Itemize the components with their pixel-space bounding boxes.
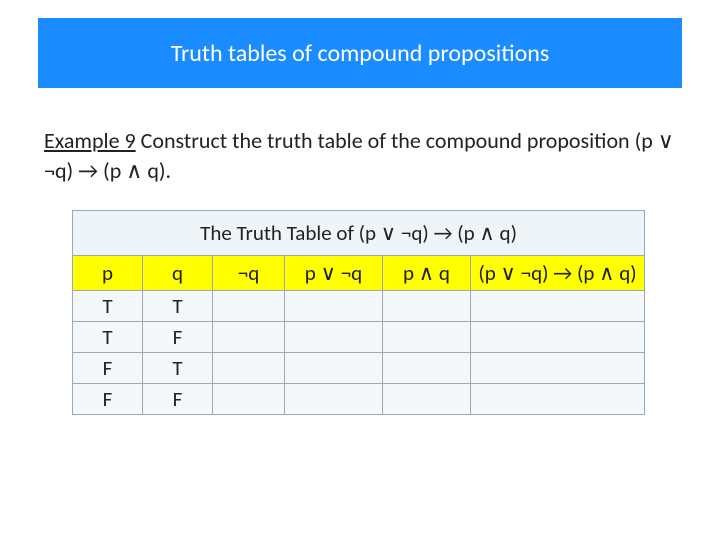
truth-table-container: The Truth Table of (p ∨ ¬q) → (p ∧ q) p … (72, 210, 644, 415)
cell-pandq (383, 384, 471, 415)
table-caption-row: The Truth Table of (p ∨ ¬q) → (p ∧ q) (73, 211, 645, 256)
cell-final (471, 291, 645, 322)
cell-pandq (383, 353, 471, 384)
cell-pornq (285, 322, 383, 353)
cell-q: F (143, 322, 213, 353)
table-row: T F (73, 322, 645, 353)
cell-final (471, 384, 645, 415)
cell-q: T (143, 353, 213, 384)
cell-p: F (73, 384, 143, 415)
cell-p: T (73, 291, 143, 322)
cell-q: T (143, 291, 213, 322)
cell-final (471, 322, 645, 353)
col-header-pandq: p ∧ q (383, 256, 471, 291)
col-header-q: q (143, 256, 213, 291)
col-header-pornq: p ∨ ¬q (285, 256, 383, 291)
cell-pornq (285, 384, 383, 415)
example-text: Example 9 Construct the truth table of t… (44, 126, 684, 185)
cell-final (471, 353, 645, 384)
table-row: F F (73, 384, 645, 415)
example-label: Example 9 (44, 127, 136, 154)
title-bar: Truth tables of compound propositions (38, 18, 682, 88)
cell-notq (213, 322, 285, 353)
col-header-final: (p ∨ ¬q) → (p ∧ q) (471, 256, 645, 291)
cell-q: F (143, 384, 213, 415)
table-row: F T (73, 353, 645, 384)
cell-notq (213, 353, 285, 384)
cell-pornq (285, 291, 383, 322)
cell-pandq (383, 322, 471, 353)
table-row: T T (73, 291, 645, 322)
col-header-p: p (73, 256, 143, 291)
cell-notq (213, 384, 285, 415)
truth-table: The Truth Table of (p ∨ ¬q) → (p ∧ q) p … (72, 210, 645, 415)
table-caption: The Truth Table of (p ∨ ¬q) → (p ∧ q) (73, 211, 645, 256)
example-description: Construct the truth table of the compoun… (44, 127, 674, 184)
cell-pandq (383, 291, 471, 322)
col-header-notq: ¬q (213, 256, 285, 291)
table-header-row: p q ¬q p ∨ ¬q p ∧ q (p ∨ ¬q) → (p ∧ q) (73, 256, 645, 291)
cell-p: T (73, 322, 143, 353)
page-title: Truth tables of compound propositions (171, 39, 550, 68)
cell-p: F (73, 353, 143, 384)
cell-pornq (285, 353, 383, 384)
cell-notq (213, 291, 285, 322)
